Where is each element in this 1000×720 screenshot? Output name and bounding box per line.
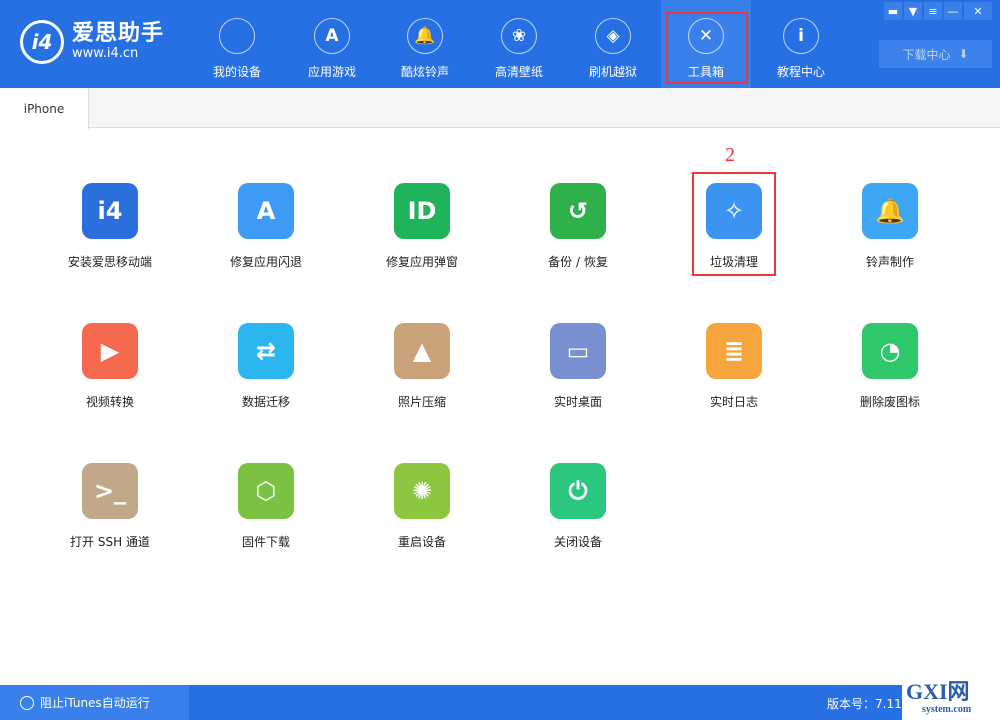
download-icon: ⬇ [958, 47, 969, 61]
tool-label: 实时桌面 [553, 395, 602, 409]
nav-apple[interactable]: 我的设备 [192, 0, 282, 88]
nav-label: 刷机越狱 [588, 65, 637, 79]
tool-pie[interactable]: ◔ 删除废图标 [820, 323, 960, 410]
tool-backup[interactable]: ↺ 备份 / 恢复 [508, 183, 648, 270]
flower-icon: ❀ [501, 18, 537, 54]
terminal-icon: >_ [82, 463, 138, 519]
close-icon[interactable]: ✕ [964, 2, 992, 20]
apple-icon [219, 18, 255, 54]
annotation-box-2 [692, 172, 776, 276]
power-icon: ⏻ [550, 463, 606, 519]
tool-video[interactable]: ▶ 视频转换 [40, 323, 180, 410]
tool-restart[interactable]: ✺ 重启设备 [352, 463, 492, 550]
photo-icon: ▲ [394, 323, 450, 379]
watermark: GXI网 system.com [902, 680, 1000, 720]
tool-label: 实时日志 [709, 395, 758, 409]
version-label: 版本号：7.11 [827, 697, 902, 711]
cube-icon: ⬡ [238, 463, 294, 519]
nav-label: 我的设备 [212, 65, 261, 79]
bell-icon: 🔔 [407, 18, 443, 54]
tool-bell-plus[interactable]: 🔔 铃声制作 [820, 183, 960, 270]
feedback-icon[interactable]: ▬ [884, 2, 902, 20]
annotation-box-1 [666, 12, 748, 84]
app-repair-icon: A [238, 183, 294, 239]
tool-label: 视频转换 [85, 395, 134, 409]
status-bar: 阻止iTunes自动运行 版本号：7.11 [0, 685, 1000, 720]
tool-apple-id[interactable]: ID 修复应用弹窗 [352, 183, 492, 270]
skin-icon[interactable]: ▼ [904, 2, 922, 20]
tool-photo[interactable]: ▲ 照片压缩 [352, 323, 492, 410]
header-bar: i4 爱思助手 www.i4.cn 我的设备 A 应用游戏 🔔 酷炫铃声 ❀ 高清壁纸 ◈ 刷机… [0, 0, 1000, 88]
menu-icon[interactable]: ≡ [924, 2, 942, 20]
tool-log[interactable]: ≣ 实时日志 [664, 323, 804, 410]
i4-icon: i4 [82, 183, 138, 239]
tool-label: 重启设备 [397, 535, 446, 549]
data-migrate-icon: ⇄ [238, 323, 294, 379]
logo-url: www.i4.cn [72, 46, 139, 61]
tool-label: 修复应用弹窗 [385, 255, 458, 269]
nav-dropbox[interactable]: ◈ 刷机越狱 [568, 0, 658, 88]
block-itunes-toggle[interactable]: 阻止iTunes自动运行 [0, 685, 189, 720]
tool-i4[interactable]: i4 安装爱思移动端 [40, 183, 180, 270]
video-icon: ▶ [82, 323, 138, 379]
tab-iphone[interactable]: iPhone [0, 88, 89, 129]
bell-plus-icon: 🔔 [862, 183, 918, 239]
tool-data-migrate[interactable]: ⇄ 数据迁移 [196, 323, 336, 410]
watermark-sub: system.com [922, 704, 972, 715]
monitor-icon: ▭ [550, 323, 606, 379]
tool-cube[interactable]: ⬡ 固件下载 [196, 463, 336, 550]
nav-info[interactable]: i 教程中心 [756, 0, 846, 88]
tool-label: 铃声制作 [865, 255, 914, 269]
restart-icon: ✺ [394, 463, 450, 519]
backup-icon: ↺ [550, 183, 606, 239]
pie-icon: ◔ [862, 323, 918, 379]
tool-label: 安装爱思移动端 [67, 255, 152, 269]
tool-label: 照片压缩 [397, 395, 446, 409]
tool-label: 固件下载 [241, 535, 290, 549]
tool-power[interactable]: ⏻ 关闭设备 [508, 463, 648, 550]
logo-mark: i4 [20, 20, 64, 64]
tool-label: 打开 SSH 通道 [70, 535, 150, 549]
dropbox-icon: ◈ [595, 18, 631, 54]
nav-flower[interactable]: ❀ 高清壁纸 [474, 0, 564, 88]
logo: i4 爱思助手 www.i4.cn [20, 20, 164, 64]
tool-label: 数据迁移 [241, 395, 290, 409]
info-icon: i [783, 18, 819, 54]
nav-app-store[interactable]: A 应用游戏 [287, 0, 377, 88]
nav-label: 应用游戏 [307, 65, 356, 79]
download-center-button[interactable]: 下载中心 ⬇ [879, 40, 992, 68]
minimize-icon[interactable]: — [944, 2, 962, 20]
tool-monitor[interactable]: ▭ 实时桌面 [508, 323, 648, 410]
nav-label: 酷炫铃声 [400, 65, 449, 79]
log-icon: ≣ [706, 323, 762, 379]
device-tab-bar: iPhone [0, 88, 1000, 129]
tool-label: 删除废图标 [859, 395, 920, 409]
tool-label: 修复应用闪退 [229, 255, 302, 269]
apple-id-icon: ID [394, 183, 450, 239]
block-itunes-label: 阻止iTunes自动运行 [40, 696, 150, 710]
logo-name: 爱思助手 [72, 21, 165, 46]
nav-label: 高清壁纸 [494, 65, 543, 79]
nav-label: 教程中心 [776, 65, 825, 79]
watermark-text: GXI网 [906, 679, 970, 704]
tool-terminal[interactable]: >_ 打开 SSH 通道 [40, 463, 180, 550]
app-store-icon: A [314, 18, 350, 54]
radio-icon[interactable] [20, 695, 34, 710]
tool-label: 关闭设备 [553, 535, 602, 549]
nav-bell[interactable]: 🔔 酷炫铃声 [380, 0, 470, 88]
tool-label: 备份 / 恢复 [548, 255, 608, 269]
annotation-label-2: 2 [725, 144, 735, 166]
download-center-label: 下载中心 [902, 47, 951, 62]
tool-app-repair[interactable]: A 修复应用闪退 [196, 183, 336, 270]
